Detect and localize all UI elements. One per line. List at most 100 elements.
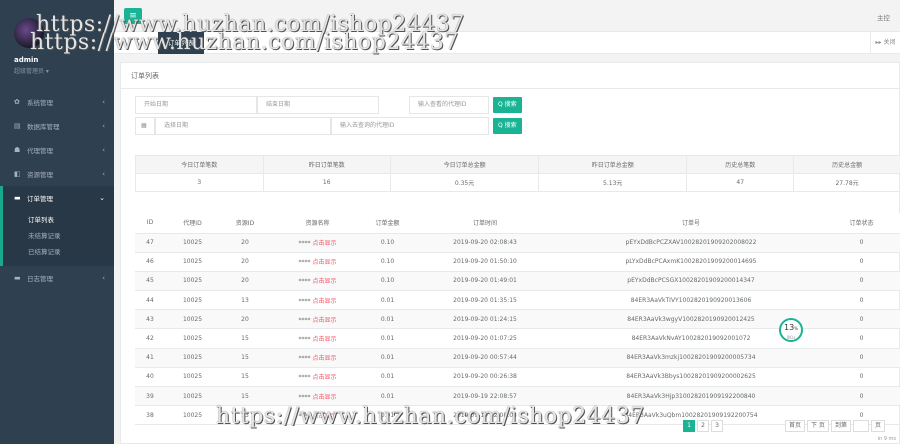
menu-toggle-button[interactable]: ≡ [124, 8, 142, 24]
top-right-link[interactable]: 主控 [877, 12, 890, 22]
profile: admin 超级管理员 ▾ [0, 0, 114, 88]
show-name-link[interactable]: 点击显示 [312, 317, 336, 324]
cell-id: 40 [135, 367, 165, 388]
sidebar-item-logs[interactable]: ▬ 日志管理 ‹ [0, 266, 114, 290]
sidebar-item-system[interactable]: ✿ 系统管理 ‹ [0, 90, 114, 114]
sidebar-subitem-order-list[interactable]: 订单列表 [3, 212, 114, 228]
first-page-button[interactable]: 首页 [785, 420, 806, 432]
sidebar-item-agents[interactable]: ☗ 代理管理 ‹ [0, 138, 114, 162]
tab-close-button[interactable]: ▸▸ 关闭 [870, 32, 900, 54]
agent-id-input[interactable]: 输入查看的代理ID [409, 96, 489, 114]
goto-label: 到第 [830, 420, 851, 432]
stat-value: 3 [135, 173, 264, 192]
show-name-link[interactable]: 点击显示 [312, 240, 336, 247]
cell-amount: 0.01 [365, 405, 410, 426]
cell-order-no: 84ER3AaVk3Bbys10028201909200002625 [560, 367, 822, 388]
admin-name: admin [14, 56, 39, 64]
cell-status: 0 [822, 252, 900, 272]
order-icon: ▬ [14, 194, 21, 202]
cell-order-no: 84ER3AaVk3Hjp310028201909192200840 [560, 386, 822, 407]
cell-amount: 0.01 [365, 348, 410, 368]
cell-resource-id: 15 [220, 328, 270, 349]
column-header[interactable]: 订单时间 [410, 213, 560, 234]
page-title: 订单列表 [121, 63, 899, 89]
date-select-input[interactable]: 选择日期 [155, 117, 331, 135]
cell-resource-name: **** 点击显示 [270, 367, 365, 388]
cell-amount: 0.01 [365, 386, 410, 407]
cell-resource-name: **** 点击显示 [270, 252, 365, 272]
search-icon: Q [498, 122, 505, 129]
search-button-2[interactable]: Q 搜索 [493, 118, 522, 134]
table-row: 44 10025 13 **** 点击显示 0.01 2019-09-20 01:35:1… [135, 290, 900, 311]
footer-text: in 9 ms [877, 436, 896, 442]
show-name-link[interactable]: 点击显示 [312, 413, 336, 420]
stat-header: 昨日订单笔数 [262, 155, 391, 174]
cell-time: 2019-09-20 01:50:10 [410, 252, 560, 272]
masked-name: **** [298, 393, 311, 401]
cell-id: 41 [135, 348, 165, 368]
cell-time: 2019-09-20 01:49:01 [410, 271, 560, 292]
show-name-link[interactable]: 点击显示 [312, 394, 336, 401]
cell-id: 46 [135, 252, 165, 272]
cell-order-no: pEYxDdBcPCZXAV10028201909202008022 [560, 233, 822, 253]
masked-name: **** [298, 412, 311, 420]
show-name-link[interactable]: 点击显示 [312, 278, 336, 285]
cell-time: 2019-09-20 00:57:44 [410, 348, 560, 368]
main-panel: 订单列表 开始日期 结束日期 输入查看的代理ID Q 搜索 ▦ 选择日期 输入去… [120, 62, 900, 444]
column-header[interactable]: ID [135, 213, 165, 234]
cell-agent-id: 10025 [165, 405, 220, 426]
cell-resource-name: **** 点击显示 [270, 348, 365, 368]
cell-status: 0 [822, 233, 900, 253]
stat-value: 16 [262, 173, 391, 192]
stat-value: 47 [686, 173, 795, 192]
sidebar-item-orders[interactable]: ▬ 订单管理 ⌄ [0, 186, 114, 210]
chevron-left-icon: ‹ [102, 98, 105, 106]
show-name-link[interactable]: 点击显示 [312, 298, 336, 305]
stat-header: 今日订单总金额 [389, 155, 540, 174]
page-button-1[interactable]: 1 [683, 420, 695, 432]
column-header[interactable]: 订单号 [560, 213, 822, 234]
show-name-link[interactable]: 点击显示 [312, 259, 336, 266]
column-header[interactable]: 订单状态 [822, 213, 900, 234]
show-name-link[interactable]: 点击显示 [312, 336, 336, 343]
admin-role-dropdown[interactable]: 超级管理员 ▾ [14, 66, 100, 75]
tab-order-list[interactable]: 订单列表 [158, 32, 204, 54]
calendar-icon[interactable]: ▦ [135, 117, 155, 135]
table-row: 40 10025 15 **** 点击显示 0.01 2019-09-20 00:26:3… [135, 367, 900, 388]
cell-time: 2019-09-20 02:08:43 [410, 233, 560, 253]
cell-resource-name: **** 点击显示 [270, 309, 365, 330]
sidebar-subitem-unsettled[interactable]: 未结算记录 [3, 228, 114, 244]
column-header[interactable]: 订单金额 [365, 213, 410, 234]
cell-id: 45 [135, 271, 165, 292]
log-icon: ▬ [14, 274, 21, 282]
end-date-input[interactable]: 结束日期 [257, 96, 379, 114]
show-name-link[interactable]: 点击显示 [312, 374, 336, 381]
gear-icon: ✿ [14, 98, 20, 106]
stat-header: 历史总笔数 [686, 155, 795, 174]
search-button[interactable]: Q 搜索 [493, 97, 522, 113]
show-name-link[interactable]: 点击显示 [312, 355, 336, 362]
database-icon: ▤ [14, 122, 21, 130]
avatar[interactable] [14, 18, 44, 48]
cell-status: 0 [822, 367, 900, 388]
search-button-label: 搜索 [504, 122, 517, 129]
column-header[interactable]: 代理ID [165, 213, 220, 234]
sidebar-item-resources[interactable]: ◧ 资源管理 ‹ [0, 162, 114, 186]
agent-id-query-input[interactable]: 输入去查询的代理ID [331, 117, 489, 135]
cell-agent-id: 10025 [165, 271, 220, 292]
next-page-button[interactable]: 下 页 [807, 420, 829, 432]
goto-page-input[interactable] [852, 420, 869, 432]
page-button-3[interactable]: 3 [711, 420, 723, 432]
table-row: 45 10025 20 **** 点击显示 0.10 2019-09-20 01:49:0… [135, 271, 900, 292]
sidebar: admin 超级管理员 ▾ ✿ 系统管理 ‹ ▤ 数据库管理 ‹ ☗ 代理管理 … [0, 0, 114, 444]
cell-time: 2019-09-19 22:08:03 [410, 405, 560, 426]
column-header[interactable]: 资源ID [220, 213, 270, 234]
table-row: 41 10025 15 **** 点击显示 0.01 2019-09-20 00:57:4… [135, 348, 900, 368]
sidebar-item-database[interactable]: ▤ 数据库管理 ‹ [0, 114, 114, 138]
page-button-2[interactable]: 2 [697, 420, 709, 432]
start-date-input[interactable]: 开始日期 [135, 96, 257, 114]
speed-rate: 0K/s [786, 335, 796, 340]
column-header[interactable]: 资源名称 [270, 213, 365, 234]
sidebar-subitem-settled[interactable]: 已结算记录 [3, 244, 114, 260]
speed-badge[interactable]: 13% 0K/s [779, 318, 803, 342]
